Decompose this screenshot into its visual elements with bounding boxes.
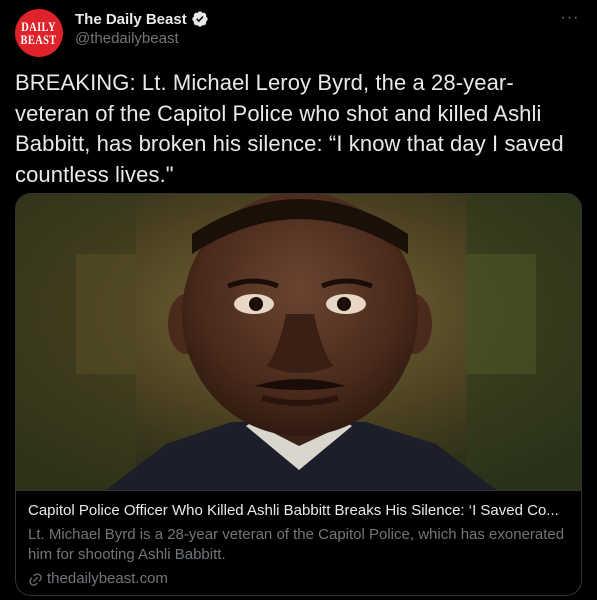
verified-badge-icon [192, 11, 208, 27]
tweet-text: BREAKING: Lt. Michael Leroy Byrd, the a … [15, 70, 564, 187]
card-title[interactable]: Capitol Police Officer Who Killed Ashli … [28, 501, 569, 521]
handle[interactable]: @thedailybeast [75, 30, 209, 47]
portrait-illustration [16, 194, 581, 490]
card-domain: thedailybeast.com [47, 570, 168, 587]
tweet-header: DAILY BEAST The Daily Beast @thedailybea… [15, 9, 585, 57]
avatar[interactable]: DAILY BEAST [15, 9, 63, 57]
link-card[interactable]: Capitol Police Officer Who Killed Ashli … [15, 193, 582, 596]
link-icon [29, 572, 42, 586]
card-image[interactable] [16, 194, 581, 490]
card-body[interactable]: Capitol Police Officer Who Killed Ashli … [16, 490, 581, 595]
more-options-icon[interactable]: ··· [555, 9, 585, 29]
display-name[interactable]: The Daily Beast [75, 11, 187, 28]
card-description: Lt. Michael Byrd is a 28-year veteran of… [28, 526, 565, 563]
display-name-row: The Daily Beast [75, 9, 209, 29]
daily-beast-logo: DAILY BEAST [20, 19, 58, 47]
author-names: The Daily Beast @thedailybeast [75, 9, 209, 47]
card-domain-row[interactable]: thedailybeast.com [28, 569, 569, 589]
